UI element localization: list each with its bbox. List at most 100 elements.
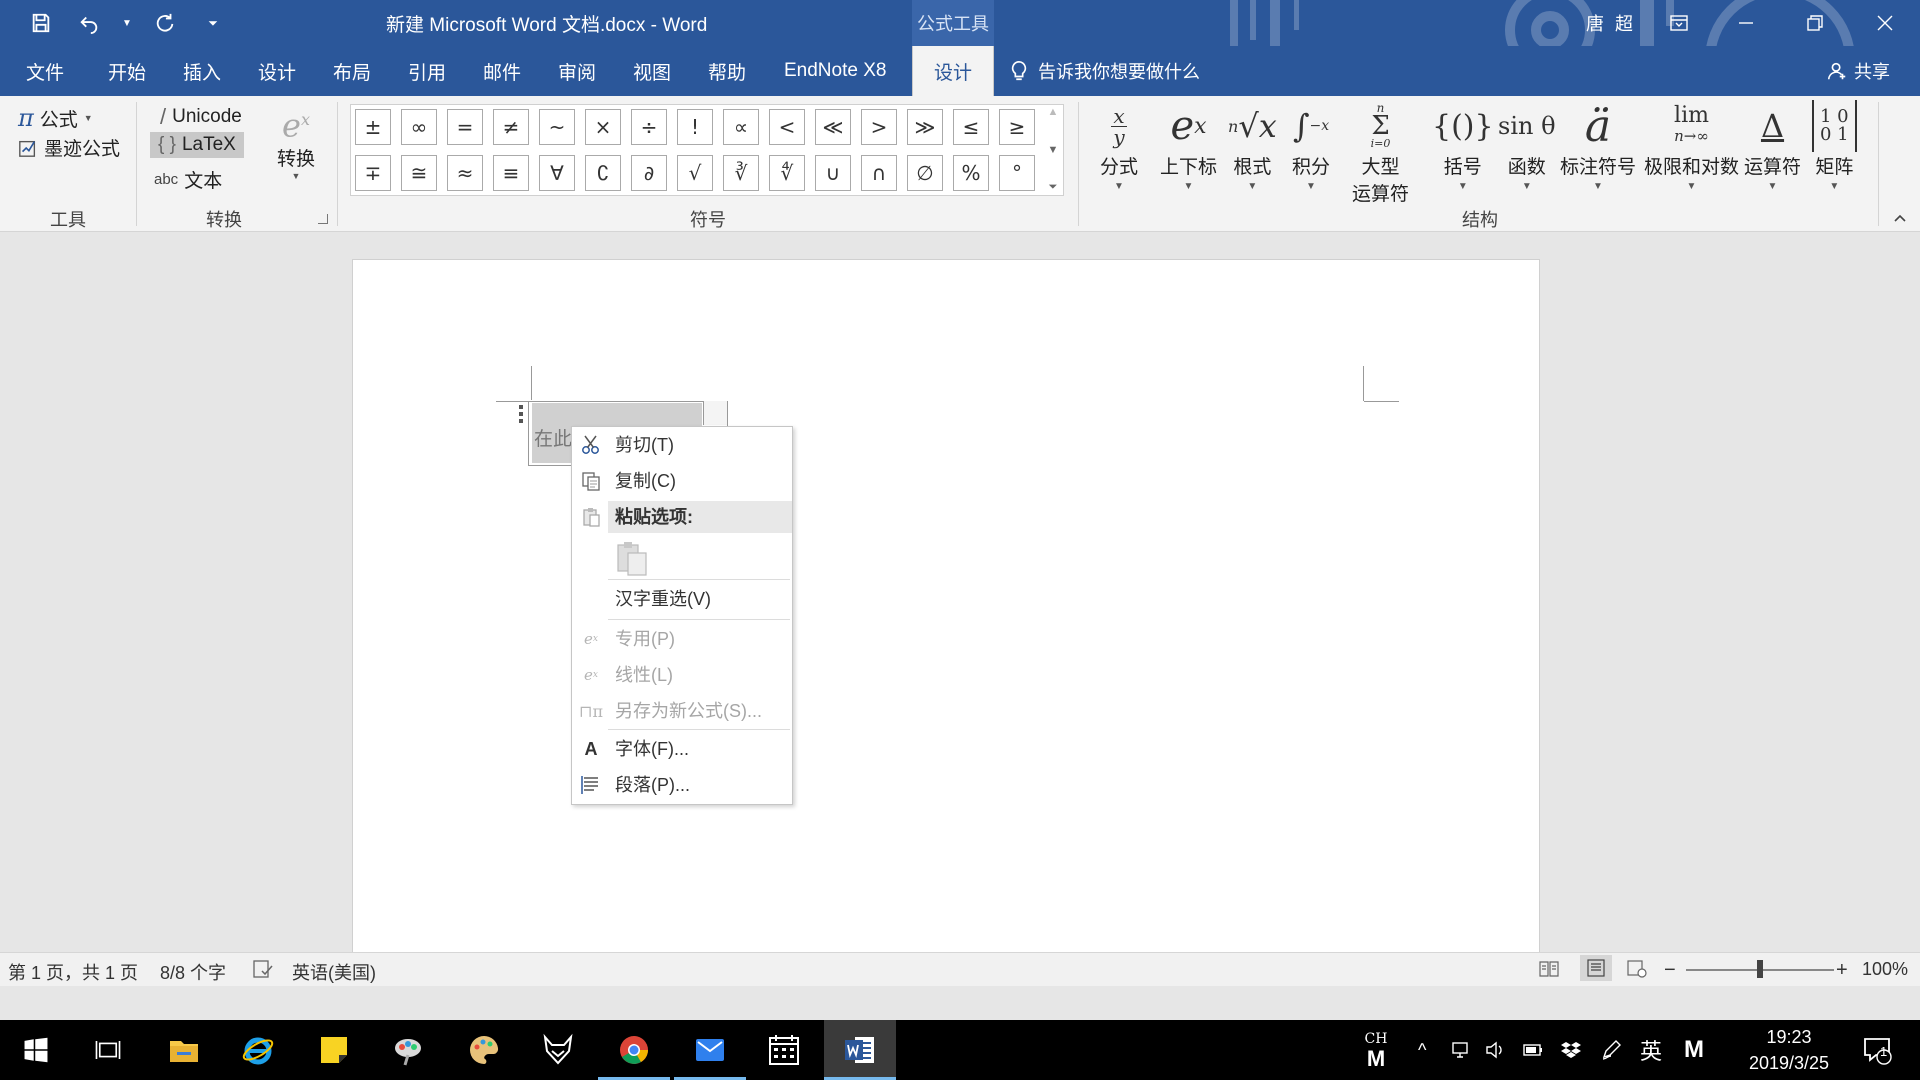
internet-explorer-button[interactable] [222,1020,294,1080]
symbol-button[interactable]: ± [355,109,391,145]
symbol-button[interactable]: ∂ [631,155,667,191]
tab-help[interactable]: 帮助 [696,46,758,96]
limit-log-button[interactable]: lim n→∞ 极限和对数 ▼ [1644,100,1739,193]
app-fox-button[interactable] [522,1020,594,1080]
tab-references[interactable]: 引用 [396,46,458,96]
language-status[interactable]: 英语(美国) [292,959,376,985]
tab-equation-design[interactable]: 设计 [912,46,994,96]
large-operator-button[interactable]: n Σi=0 大型 运算符 [1352,100,1409,206]
close-button[interactable] [1862,6,1908,40]
symbol-button[interactable]: × [585,109,621,145]
word-count[interactable]: 8/8 个字 [160,959,226,985]
zoom-level[interactable]: 100% [1862,959,1908,980]
tab-design[interactable]: 设计 [246,46,308,96]
symbol-button[interactable]: ÷ [631,109,667,145]
symbol-button[interactable]: ≪ [815,109,851,145]
symbol-button[interactable]: ∓ [355,155,391,191]
symbol-button[interactable]: ≠ [493,109,529,145]
network-button[interactable] [1450,1020,1472,1080]
accent-button[interactable]: ä 标注符号 ▼ [1560,100,1636,193]
latex-option[interactable]: { } LaTeX [150,132,244,158]
symbol-button[interactable]: ∩ [861,155,897,191]
zoom-out-button[interactable]: − [1664,959,1676,982]
ime-mode-button[interactable]: M [1684,1020,1704,1080]
action-center-button[interactable]: 1 [1862,1020,1892,1080]
tab-layout[interactable]: 布局 [321,46,383,96]
function-button[interactable]: sin θ 函数 ▼ [1498,100,1556,192]
zoom-in-button[interactable]: + [1836,959,1848,982]
symbol-button[interactable]: ∜ [769,155,805,191]
zoom-slider-thumb[interactable] [1757,960,1763,978]
user-name[interactable]: 唐 超 [1586,10,1636,36]
symbol-button[interactable]: ≥ [999,109,1035,145]
ribbon-display-options-button[interactable] [1656,6,1702,40]
web-layout-button[interactable] [1626,959,1648,979]
restore-button[interactable] [1792,6,1838,40]
symbol-button[interactable]: ∅ [907,155,943,191]
equation-options-tab[interactable] [703,401,727,425]
symbol-button[interactable]: < [769,109,805,145]
customize-qat-button[interactable]: ⏷ [196,8,230,38]
symbol-button[interactable]: ∪ [815,155,851,191]
ink-equation-button[interactable]: 墨迹公式 [18,134,120,161]
symbol-button[interactable]: ∛ [723,155,759,191]
symbol-button[interactable]: ∞ [401,109,437,145]
symbol-button[interactable]: ≅ [401,155,437,191]
word-taskbar-button[interactable] [824,1020,896,1080]
tell-me-search[interactable]: 告诉我你想要做什么 [1008,46,1200,96]
proofing-status[interactable] [252,959,274,979]
matrix-button[interactable]: 1 00 1 矩阵 ▼ [1812,100,1857,192]
symbol-button[interactable]: ≡ [493,155,529,191]
script-button[interactable]: ex 上下标 ▼ [1160,100,1217,192]
calendar-button[interactable] [748,1020,820,1080]
save-button[interactable] [24,8,58,38]
unicode-option[interactable]: / Unicode [160,104,242,130]
symbol-button[interactable]: ~ [539,109,575,145]
taskbar-clock[interactable]: 19:23 2019/3/25 [1734,1024,1844,1076]
ime-language-button[interactable]: 英 [1640,1020,1662,1080]
symbol-button[interactable]: = [447,109,483,145]
dropbox-button[interactable] [1560,1020,1582,1080]
text-option[interactable]: abc 文本 [154,166,222,193]
tab-review[interactable]: 审阅 [546,46,608,96]
tab-insert[interactable]: 插入 [171,46,233,96]
bracket-button[interactable]: {()} 括号 ▼ [1432,100,1494,193]
menu-item-paragraph[interactable]: 段落(P)... [572,767,792,801]
paint-button[interactable] [448,1020,520,1080]
gallery-more-icon[interactable]: ⏷ [1049,181,1058,194]
pen-workspace-button[interactable] [1600,1020,1622,1080]
input-method-indicator[interactable]: CH M [1360,1020,1392,1080]
battery-button[interactable] [1522,1020,1544,1080]
symbol-button[interactable]: ∁ [585,155,621,191]
convert-button[interactable]: ex 转换 ▼ [270,102,322,181]
document-page[interactable] [352,259,1540,952]
symbol-button[interactable]: ! [677,109,713,145]
minimize-button[interactable] [1723,6,1769,40]
symbol-button[interactable]: ≤ [953,109,989,145]
gallery-up-icon[interactable]: ▲ [1048,106,1059,118]
symbol-button[interactable]: % [953,155,989,191]
gallery-down-icon[interactable]: ▼ [1048,144,1059,156]
file-explorer-button[interactable] [148,1020,220,1080]
tab-file[interactable]: 文件 [14,46,76,96]
integral-button[interactable]: ∫ −x 积分 ▼ [1292,100,1330,192]
tab-view[interactable]: 视图 [621,46,683,96]
symbol-button[interactable]: ∝ [723,109,759,145]
menu-item-font[interactable]: A 字体(F)... [572,731,792,765]
fraction-button[interactable]: xy 分式 ▼ [1100,100,1138,193]
menu-item-cut[interactable]: 剪切(T) [572,427,792,461]
undo-button[interactable] [72,8,106,38]
read-mode-button[interactable] [1538,959,1560,979]
share-button[interactable]: 共享 [1826,46,1890,96]
start-button[interactable] [0,1020,72,1080]
equation-placeholder-text[interactable]: 在此 [534,424,572,451]
print-layout-button[interactable] [1580,955,1612,981]
symbol-button[interactable]: ≫ [907,109,943,145]
operator-button[interactable]: Δ 运算符 ▼ [1744,100,1801,192]
tab-home[interactable]: 开始 [96,46,158,96]
radical-button[interactable]: n √x 根式 ▼ [1228,100,1277,192]
volume-button[interactable] [1484,1020,1506,1080]
mail-button[interactable] [674,1020,746,1080]
symbol-button[interactable]: ≈ [447,155,483,191]
sticky-notes-button[interactable] [298,1020,370,1080]
